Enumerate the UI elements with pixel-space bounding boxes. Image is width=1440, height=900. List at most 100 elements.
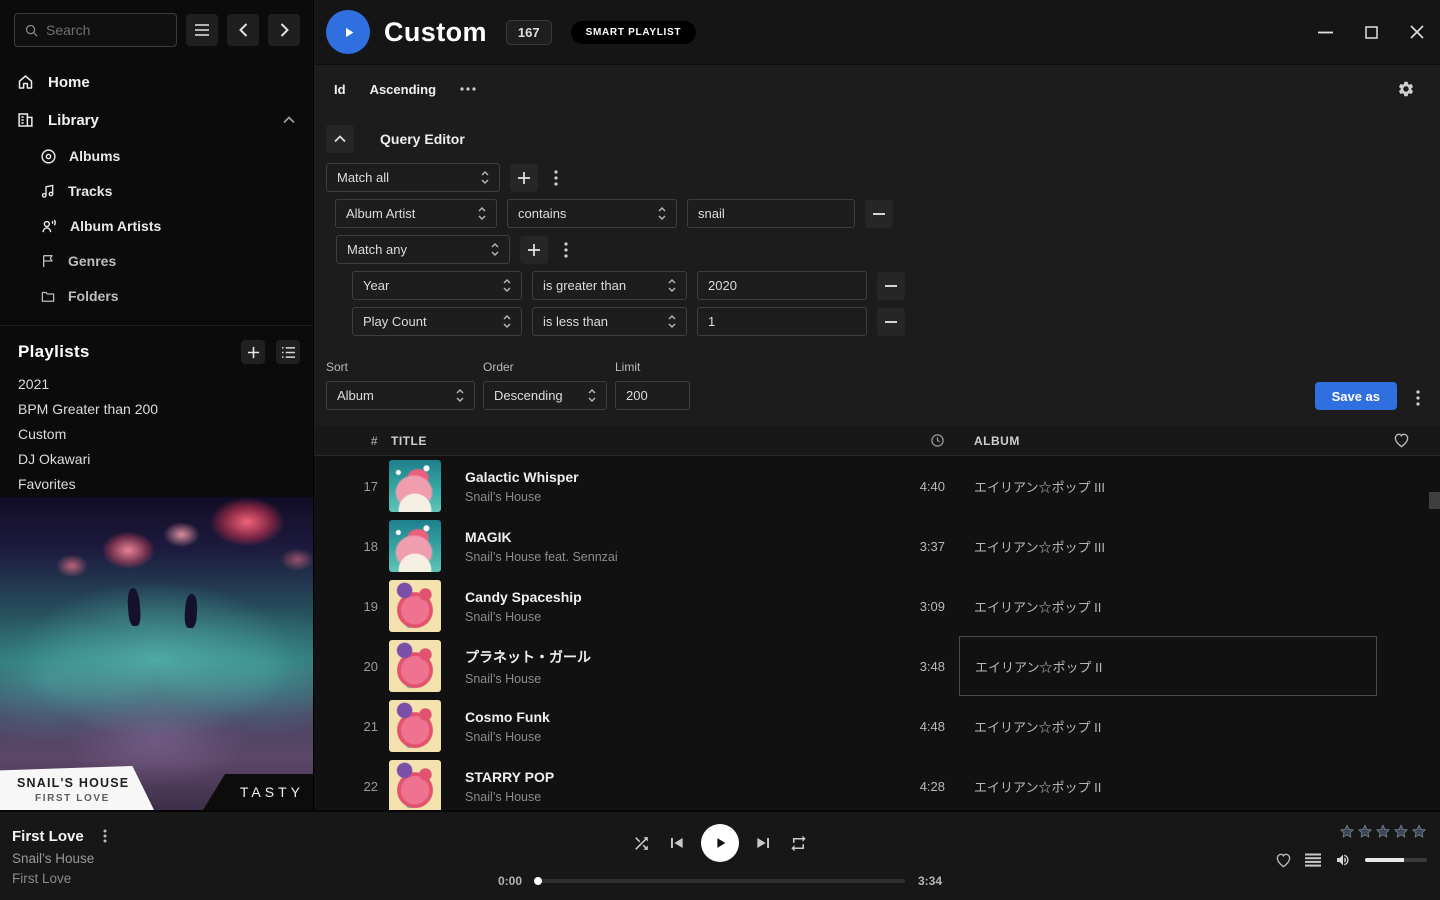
sidebar-item-library[interactable]: Library: [0, 107, 313, 133]
track-album[interactable]: エイリアン☆ポップ II: [969, 756, 1425, 810]
maximize-button[interactable]: [1363, 24, 1379, 40]
query-rule-3: Play Count is less than: [352, 307, 1428, 336]
remove-rule-button[interactable]: [865, 200, 893, 228]
chevron-up-icon[interactable]: [283, 116, 295, 124]
group-menu-button[interactable]: [548, 166, 564, 190]
star-icon[interactable]: [1411, 824, 1427, 839]
track-count-badge: 167: [506, 20, 552, 45]
player-controls-section: 0:00 3:34: [313, 812, 1127, 900]
add-rule-button[interactable]: [520, 236, 548, 264]
play-pause-button[interactable]: [701, 824, 739, 862]
track-album[interactable]: エイリアン☆ポップ III: [969, 516, 1425, 576]
close-button[interactable]: [1409, 24, 1425, 40]
group-menu-button[interactable]: [558, 238, 574, 262]
album-art-title: FIRST LOVE: [17, 793, 154, 804]
track-thumbnail: [389, 580, 441, 632]
track-row[interactable]: 19 Candy Spaceship Snail’s House 3:09 エイ…: [314, 576, 1440, 636]
add-rule-button[interactable]: [510, 164, 538, 192]
star-icon[interactable]: [1375, 824, 1391, 839]
sort-direction-button[interactable]: Ascending: [370, 82, 436, 97]
minimize-button[interactable]: [1317, 24, 1333, 40]
nav-forward-button[interactable]: [268, 14, 300, 46]
playlist-item[interactable]: Favorites: [18, 472, 300, 497]
sidebar-item-home[interactable]: Home: [0, 69, 313, 95]
column-header-album[interactable]: ALBUM: [969, 433, 1425, 448]
rule-value-input[interactable]: [697, 271, 867, 300]
scrollbar-thumb[interactable]: [1429, 492, 1440, 509]
sort-field-button[interactable]: Id: [334, 82, 346, 97]
track-thumbnail: [389, 520, 441, 572]
rule-operator-select[interactable]: is less than: [532, 307, 687, 336]
remove-rule-button[interactable]: [877, 272, 905, 300]
play-playlist-button[interactable]: [326, 10, 370, 54]
track-album[interactable]: エイリアン☆ポップ III: [969, 456, 1425, 516]
sidebar-item-folders[interactable]: Folders: [0, 284, 313, 308]
shuffle-button[interactable]: [632, 834, 651, 853]
repeat-button[interactable]: [789, 834, 808, 853]
sidebar-item-tracks[interactable]: Tracks: [0, 179, 313, 203]
sidebar-item-label: Genres: [68, 253, 116, 269]
query-sort-select[interactable]: Album: [326, 381, 475, 410]
track-album-focused-cell[interactable]: エイリアン☆ポップ II: [959, 636, 1377, 696]
next-track-button[interactable]: [754, 833, 774, 853]
track-row[interactable]: 20 プラネット・ガール Snail’s House 3:48 エイリアン☆ポッ…: [314, 636, 1440, 696]
remove-rule-button[interactable]: [877, 308, 905, 336]
query-order-select[interactable]: Descending: [483, 381, 607, 410]
playlist-item[interactable]: Custom: [18, 422, 300, 447]
track-album[interactable]: エイリアン☆ポップ II: [969, 576, 1425, 636]
search-box[interactable]: [14, 13, 177, 47]
query-limit-input[interactable]: [615, 381, 690, 410]
sidebar-item-album-artists[interactable]: Album Artists: [0, 214, 313, 238]
add-playlist-button[interactable]: [241, 340, 265, 364]
playlists-list: 2021 BPM Greater than 200 Custom DJ Okaw…: [18, 372, 300, 497]
star-icon[interactable]: [1393, 824, 1409, 839]
collapse-query-editor-button[interactable]: [326, 125, 354, 153]
seek-knob[interactable]: [534, 877, 542, 885]
track-row[interactable]: 17 Galactic Whisper Snail’s House 4:40 エ…: [314, 456, 1440, 516]
search-input[interactable]: [46, 22, 167, 38]
track-thumbnail: [389, 760, 441, 810]
track-row[interactable]: 18 MAGIK Snail’s House feat. Sennzai 3:3…: [314, 516, 1440, 576]
rule-field-select[interactable]: Album Artist: [335, 199, 497, 228]
volume-slider[interactable]: [1365, 858, 1427, 862]
column-header-duration[interactable]: [930, 433, 945, 448]
match-type-select[interactable]: Match any: [336, 235, 510, 264]
track-row[interactable]: 22 STARRY POP Snail’s House 4:28 エイリアン☆ポ…: [314, 756, 1440, 810]
heart-icon[interactable]: [1393, 433, 1410, 448]
sidebar-item-albums[interactable]: Albums: [0, 144, 313, 168]
track-row[interactable]: 21 Cosmo Funk Snail’s House 4:48 エイリアン☆ポ…: [314, 696, 1440, 756]
settings-button[interactable]: [1397, 80, 1415, 98]
rule-value-input[interactable]: [697, 307, 867, 336]
track-thumbnail: [389, 700, 441, 752]
column-header-number[interactable]: #: [332, 434, 378, 448]
playlist-item[interactable]: 2021: [18, 372, 300, 397]
track-album[interactable]: エイリアン☆ポップ II: [969, 696, 1425, 756]
now-playing-menu-button[interactable]: [99, 827, 111, 845]
menu-button[interactable]: [186, 14, 218, 46]
sidebar-item-label: Home: [48, 74, 90, 91]
star-icon[interactable]: [1357, 824, 1373, 839]
rule-operator-select[interactable]: contains: [507, 199, 677, 228]
favorite-button[interactable]: [1275, 853, 1292, 868]
rule-field-select[interactable]: Year: [352, 271, 522, 300]
previous-track-button[interactable]: [666, 833, 686, 853]
save-menu-button[interactable]: [1410, 386, 1426, 410]
playlist-list-button[interactable]: [276, 340, 300, 364]
order-label: Order: [483, 360, 607, 374]
playlist-item[interactable]: BPM Greater than 200: [18, 397, 300, 422]
rule-value-input[interactable]: [687, 199, 855, 228]
nav-back-button[interactable]: [227, 14, 259, 46]
column-header-title[interactable]: TITLE: [378, 434, 875, 448]
star-icon[interactable]: [1339, 824, 1355, 839]
queue-button[interactable]: [1305, 853, 1321, 867]
sidebar-item-genres[interactable]: Genres: [0, 249, 313, 273]
rule-operator-select[interactable]: is greater than: [532, 271, 687, 300]
seek-bar[interactable]: [535, 879, 905, 883]
rule-field-select[interactable]: Play Count: [352, 307, 522, 336]
match-type-select[interactable]: Match all: [326, 163, 500, 192]
play-icon: [711, 834, 729, 852]
volume-button[interactable]: [1334, 852, 1352, 868]
save-as-button[interactable]: Save as: [1315, 382, 1397, 410]
toolbar-more-button[interactable]: [460, 87, 476, 91]
playlist-item[interactable]: DJ Okawari: [18, 447, 300, 472]
